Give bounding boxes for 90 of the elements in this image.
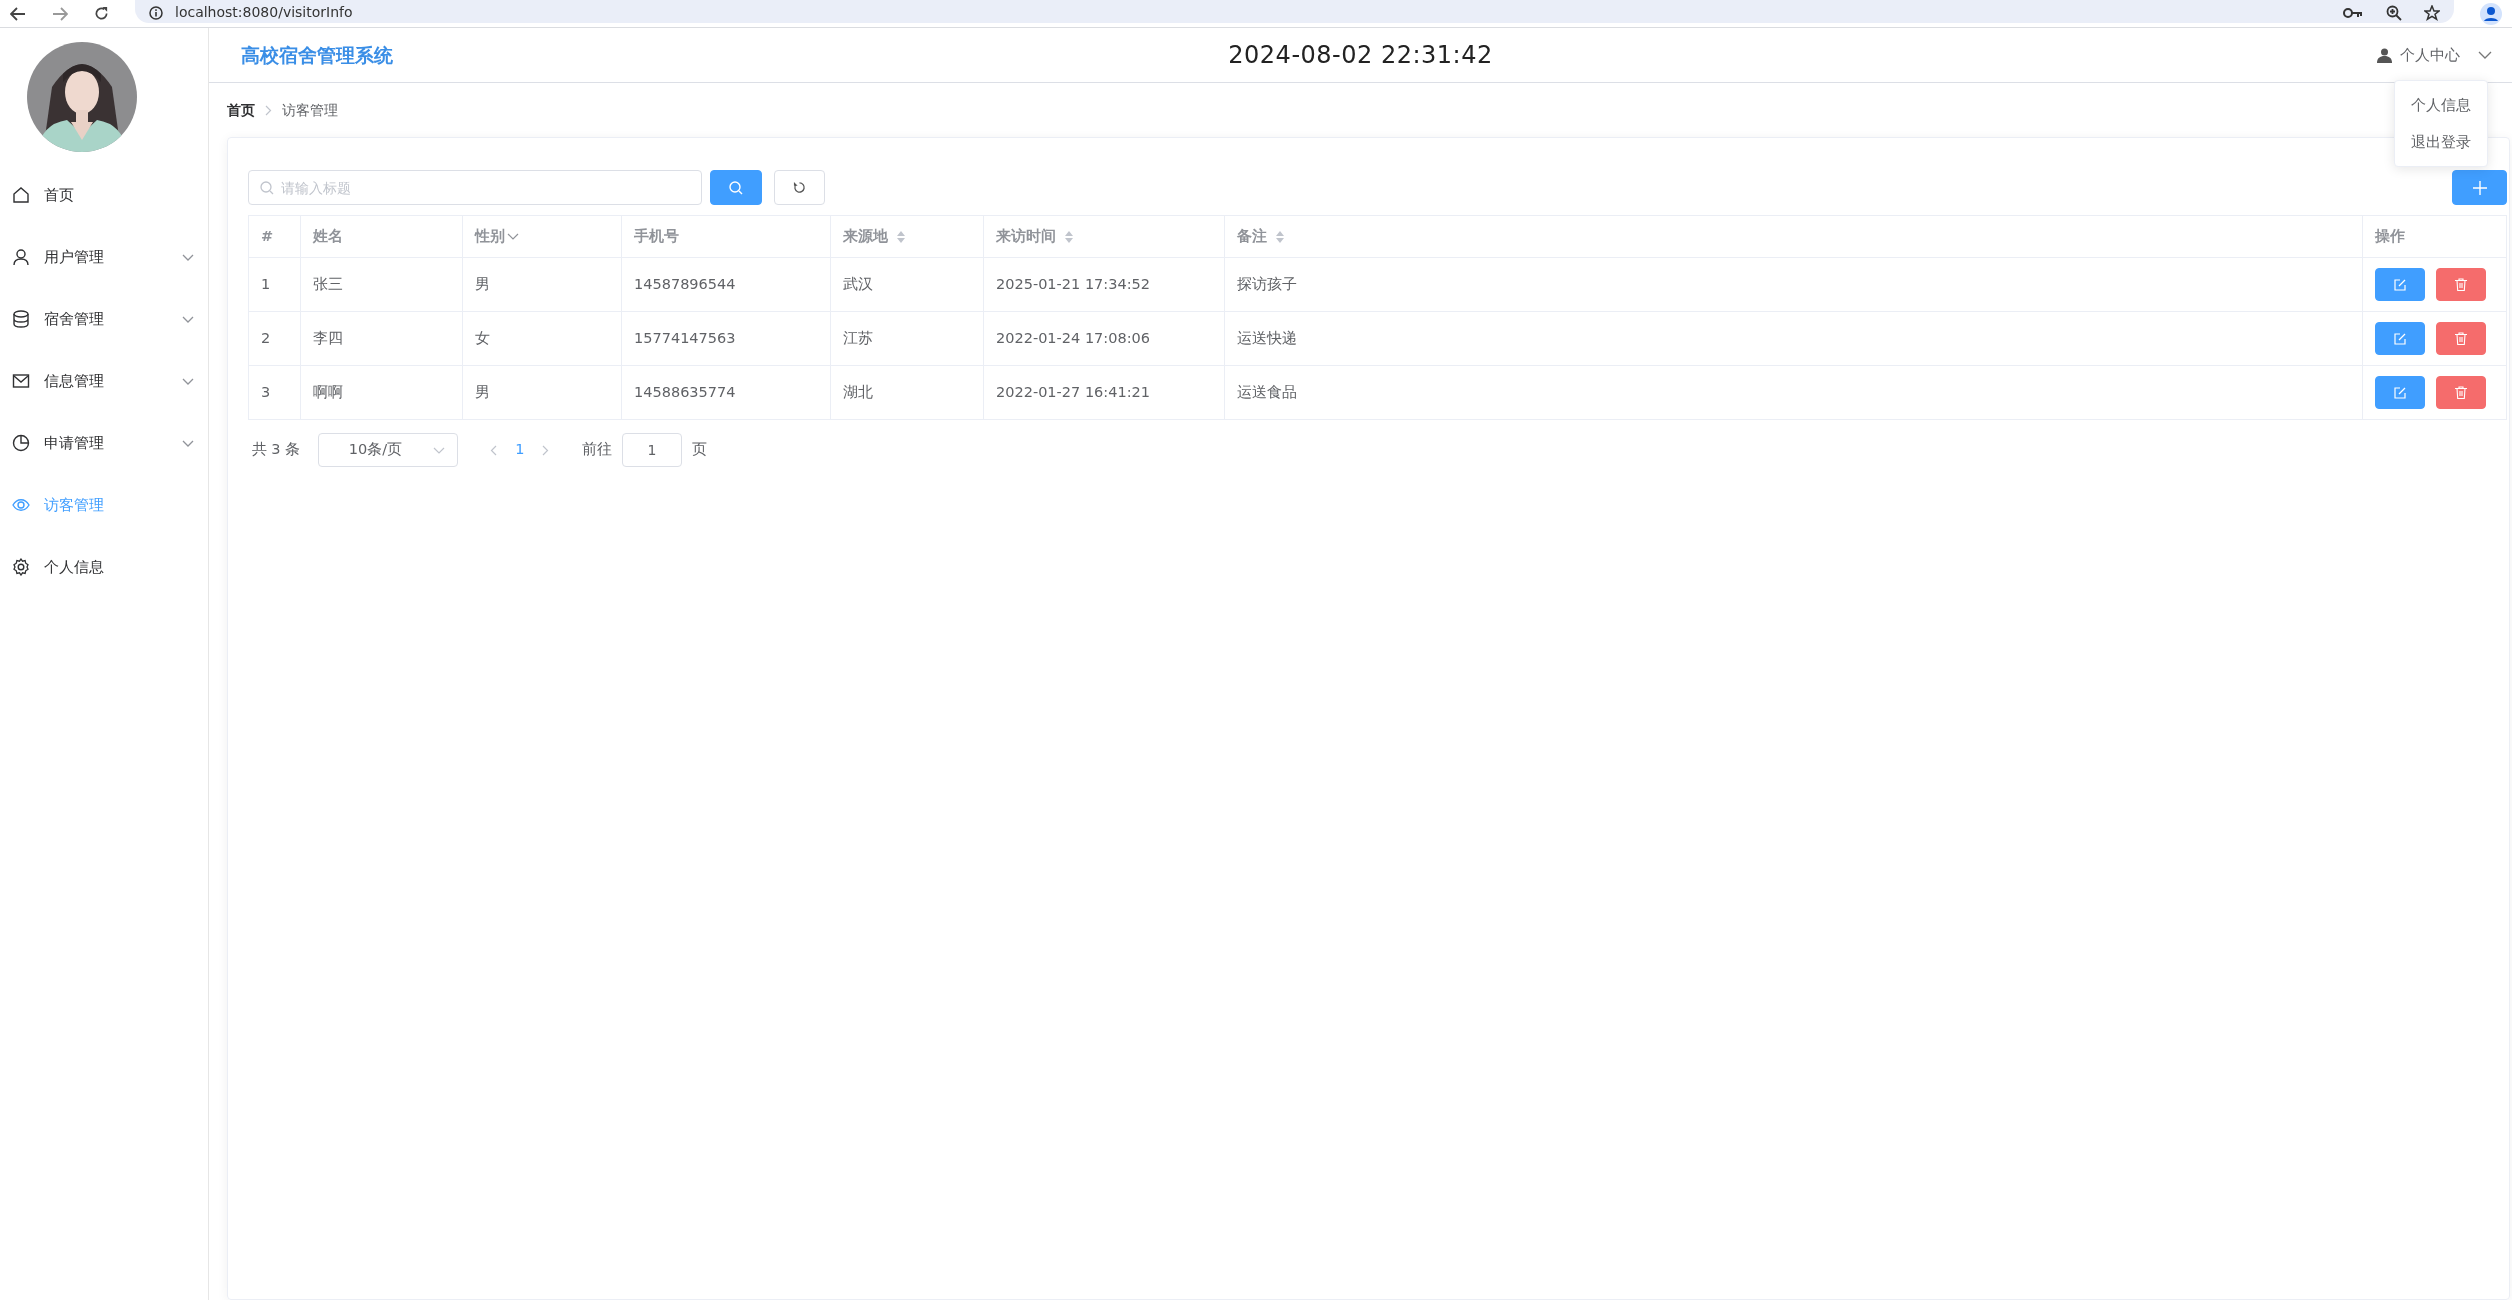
search-button[interactable]: [710, 170, 762, 205]
user-icon: [12, 248, 30, 266]
table-cell: 李四: [313, 329, 343, 346]
user-icon: [2377, 47, 2392, 63]
sort-icon: [1276, 230, 1285, 243]
pie-chart-icon: [12, 434, 30, 452]
delete-button[interactable]: [2436, 268, 2487, 301]
table-cell: 女: [475, 329, 490, 346]
sidebar-item[interactable]: 信息管理: [0, 350, 208, 412]
refresh-icon: [792, 181, 806, 194]
breadcrumb-item: 访客管理: [282, 100, 338, 120]
edit-icon: [2394, 332, 2406, 345]
dropdown-item[interactable]: 退出登录: [2395, 123, 2487, 160]
sidebar-item[interactable]: 个人信息: [0, 536, 208, 598]
back-icon[interactable]: [10, 6, 26, 21]
sort-icon: [1065, 230, 1074, 243]
dropdown-item[interactable]: 个人信息: [2395, 87, 2487, 124]
trash-icon: [2455, 332, 2468, 345]
page-size-select[interactable]: 10条/页: [317, 433, 458, 467]
table-cell: 啊啊: [313, 383, 343, 400]
chevron-right-icon[interactable]: [542, 444, 550, 456]
column-header: 手机号: [621, 215, 831, 258]
star-icon[interactable]: [2424, 4, 2440, 21]
total-count: 共 3 条: [251, 440, 301, 460]
sidebar-item[interactable]: 申请管理: [0, 412, 208, 474]
home-icon: [12, 186, 30, 204]
delete-button[interactable]: [2436, 322, 2487, 355]
add-button[interactable]: [2452, 170, 2507, 205]
chevron-right-icon: [265, 104, 272, 116]
table-cell: 3: [261, 383, 271, 400]
chevron-down-icon: [432, 446, 445, 454]
edit-button[interactable]: [2375, 376, 2425, 409]
gear-icon: [12, 558, 30, 576]
table-cell: 男: [475, 383, 490, 400]
plus-icon: [2472, 180, 2487, 195]
goto-label: 前往: [581, 440, 612, 460]
delete-button[interactable]: [2436, 376, 2487, 409]
table-cell: 江苏: [843, 329, 873, 346]
trash-icon: [2455, 386, 2468, 399]
chevron-down-icon: [2478, 51, 2492, 59]
table-cell: 运送食品: [1237, 383, 1297, 400]
table-cell: 2025-01-21 17:34:52: [996, 275, 1150, 292]
profile-icon[interactable]: [2480, 2, 2502, 25]
search-icon: [729, 180, 743, 195]
page-input[interactable]: 1: [621, 433, 682, 467]
sidebar-item[interactable]: 用户管理: [0, 226, 208, 288]
app-title: 高校宿舍管理系统: [241, 42, 393, 68]
reload-icon[interactable]: [94, 6, 109, 21]
search-field[interactable]: 请输入标题: [248, 170, 702, 205]
column-header: 姓名: [300, 215, 463, 258]
clock-text: 2024-08-02 22:31:42: [1228, 40, 1493, 71]
table-cell: 15774147563: [634, 329, 736, 346]
sidebar-item[interactable]: 首页: [0, 164, 208, 226]
table-cell: 湖北: [843, 383, 873, 400]
page-unit-label: 页: [691, 440, 707, 460]
table-cell: 运送快递: [1237, 329, 1297, 346]
table-cell: 14588635774: [634, 383, 736, 400]
user-menu[interactable]: 个人中心: [2377, 43, 2492, 67]
trash-icon: [2455, 278, 2468, 291]
eye-icon: [12, 496, 30, 514]
table-cell: 男: [475, 275, 490, 292]
table-cell: 张三: [313, 275, 343, 292]
search-icon: [260, 181, 274, 195]
chevron-down-icon: [507, 233, 519, 241]
database-icon: [12, 310, 30, 328]
address-bar[interactable]: localhost:8080/visitorInfo: [135, 0, 2454, 23]
column-header: 操作: [2362, 215, 2507, 258]
zoom-icon[interactable]: [2385, 4, 2402, 21]
key-icon[interactable]: [2343, 6, 2363, 19]
edit-icon: [2394, 386, 2406, 399]
chevron-left-icon[interactable]: [490, 444, 498, 456]
info-icon[interactable]: [149, 5, 163, 20]
table-cell: 1: [261, 275, 271, 292]
table-cell: 2: [261, 329, 271, 346]
table-cell: 2022-01-24 17:08:06: [996, 329, 1150, 346]
table-cell: 2022-01-27 16:41:21: [996, 383, 1150, 400]
column-header: #: [248, 215, 301, 258]
edit-icon: [2394, 278, 2406, 291]
table-cell: 武汉: [843, 275, 873, 292]
breadcrumb-link[interactable]: 首页: [227, 99, 255, 121]
url-text: localhost:8080/visitorInfo: [175, 3, 353, 22]
table-cell: 探访孩子: [1237, 275, 1297, 292]
sort-icon: [897, 230, 906, 243]
sidebar-item[interactable]: 宿舍管理: [0, 288, 208, 350]
edit-button[interactable]: [2375, 268, 2425, 301]
edit-button[interactable]: [2375, 322, 2425, 355]
mail-icon: [12, 372, 30, 390]
table-cell: 14587896544: [634, 275, 736, 292]
reset-button[interactable]: [773, 170, 825, 205]
forward-icon[interactable]: [52, 6, 68, 21]
